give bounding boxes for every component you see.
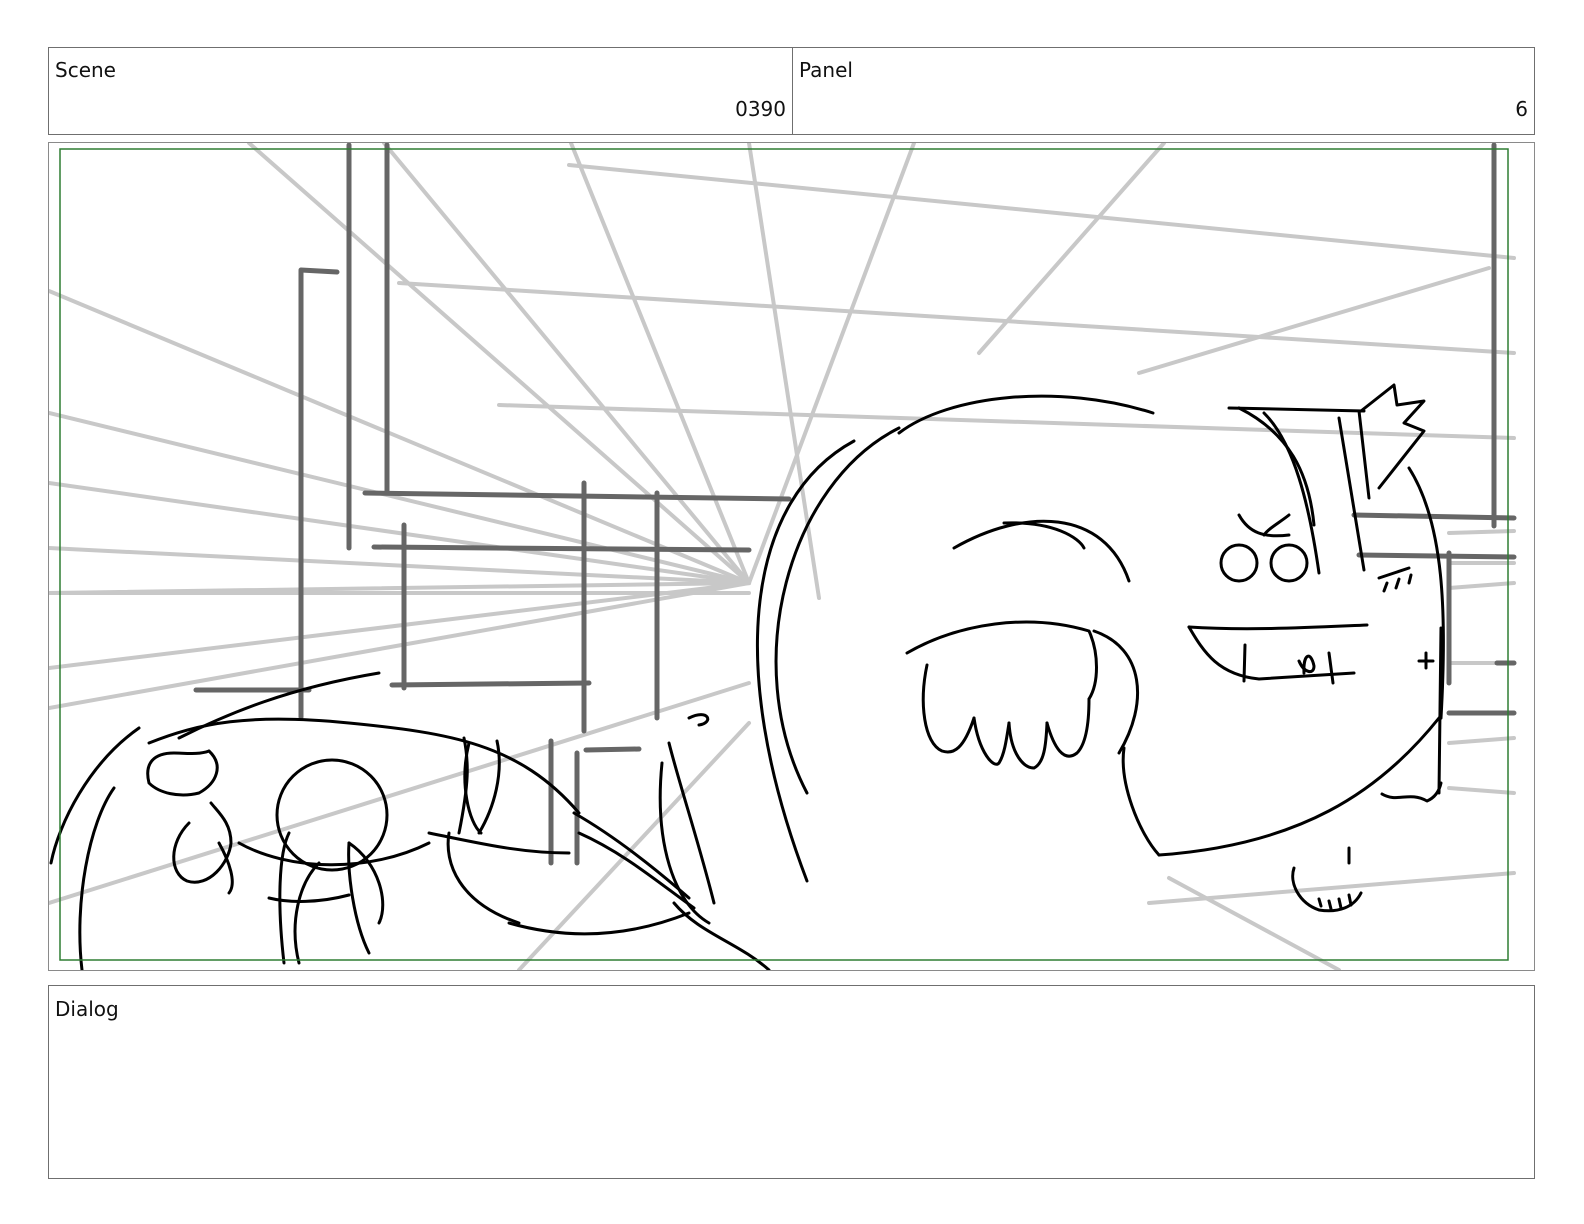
storyboard-header: Scene 0390 Panel 6 xyxy=(48,47,1535,135)
panel-number: 6 xyxy=(1515,97,1528,121)
perspective-lines xyxy=(49,143,1516,970)
scene-cell: Scene 0390 xyxy=(49,48,793,134)
scene-label: Scene xyxy=(55,58,116,82)
storyboard-frame xyxy=(48,142,1535,971)
dialog-label: Dialog xyxy=(55,997,119,1021)
panel-cell: Panel 6 xyxy=(793,48,1534,134)
sketch-drawing xyxy=(49,143,1517,970)
dialog-box: Dialog xyxy=(48,985,1535,1179)
character-sketch xyxy=(49,383,1445,970)
panel-label: Panel xyxy=(799,58,853,82)
safe-area-border xyxy=(59,148,1509,961)
structure-lines xyxy=(193,143,1517,866)
scene-number: 0390 xyxy=(735,97,786,121)
